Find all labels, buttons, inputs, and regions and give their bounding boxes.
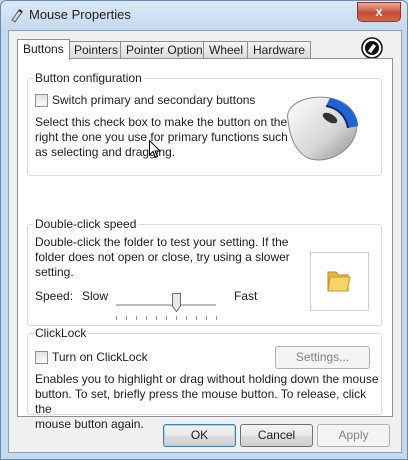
description-line: Enables you to highlight or drag without… [35,372,379,386]
slider-tick [216,316,217,320]
clicklock-description: Enables you to highlight or drag without… [35,372,381,432]
switch-buttons-label[interactable]: Switch primary and secondary buttons [52,93,255,107]
tab-buttons[interactable]: Buttons [17,39,70,60]
slider-tick [156,316,157,320]
description-line: folder does not open or close, try using… [35,250,290,264]
description-line: setting. [35,265,74,279]
tab-pointer-options[interactable]: Pointer Options [120,41,215,58]
description-line: as selecting and dragging. [35,145,176,159]
slider-tick [146,316,147,320]
fast-label: Fast [234,289,258,303]
clicklock-checkbox-label[interactable]: Turn on ClickLock [52,350,148,364]
slider-tick [126,316,127,320]
mouse-brand-icon [361,37,383,59]
mouse-app-icon [11,9,23,23]
double-click-speed-slider-track[interactable] [116,304,216,307]
description-line: Select this check box to make the button… [35,115,288,129]
double-click-speed-slider-thumb[interactable] [172,293,181,312]
clicklock-label: ClickLock [33,326,89,340]
apply-button[interactable]: Apply [317,424,390,447]
tab-label: Buttons [23,42,64,56]
cancel-button[interactable]: Cancel [240,424,313,447]
tab-wheel[interactable]: Wheel [203,41,250,58]
tab-hardware[interactable]: Hardware [247,41,312,58]
clicklock-group: ClickLock Turn on ClickLock Settings... … [27,326,382,431]
tab-pointers[interactable]: Pointers [68,41,125,58]
double-click-speed-group: Double-click speed Double-click the fold… [27,217,382,326]
double-click-speed-label: Double-click speed [33,217,139,231]
folder-icon [327,271,351,292]
slow-label: Slow [82,289,109,303]
speed-label: Speed: [35,289,74,303]
slider-tick [116,316,117,320]
test-folder-area[interactable] [310,252,369,311]
button-configuration-description: Select this check box to make the button… [35,115,288,160]
button-configuration-label: Button configuration [33,71,144,85]
apply-button-label: Apply [338,428,369,442]
tab-label: Pointer Options [126,43,209,57]
slider-tick [136,316,137,320]
double-click-description: Double-click the folder to test your set… [35,235,290,280]
settings-button-label: Settings... [295,350,350,364]
clicklock-settings-button[interactable]: Settings... [275,346,370,369]
mouse-illustration [287,96,358,161]
tab-label: Pointers [74,43,119,57]
tab-label: Hardware [253,43,306,57]
description-line: button. To set, briefly press the mouse … [35,387,367,416]
clicklock-checkbox[interactable] [35,351,48,364]
ok-button-label: OK [190,428,209,442]
slider-tick [166,316,167,320]
mouse-cursor-icon [149,140,161,159]
slider-tick [186,316,187,320]
ok-button[interactable]: OK [163,424,236,447]
cancel-button-label: Cancel [257,428,296,442]
slider-tick [176,316,177,320]
tab-label: Wheel [209,43,244,57]
title-bar[interactable]: Mouse Properties x [1,1,407,29]
buttons-tab-panel: Button configuration Switch primary and … [17,58,393,431]
close-button[interactable]: x [357,2,401,22]
mouse-properties-window: Mouse Properties x Buttons Pointers Poin… [0,0,408,460]
slider-tick [206,316,207,320]
description-line: right the one you use for primary functi… [35,130,288,144]
window-title: Mouse Properties [29,7,131,22]
dialog-body: Buttons Pointers Pointer Options Wheel H… [8,30,402,453]
slider-tick [196,316,197,320]
button-configuration-group: Button configuration Switch primary and … [27,71,382,176]
switch-buttons-checkbox[interactable] [35,94,48,107]
description-line: Double-click the folder to test your set… [35,235,289,249]
close-icon: x [375,4,383,19]
